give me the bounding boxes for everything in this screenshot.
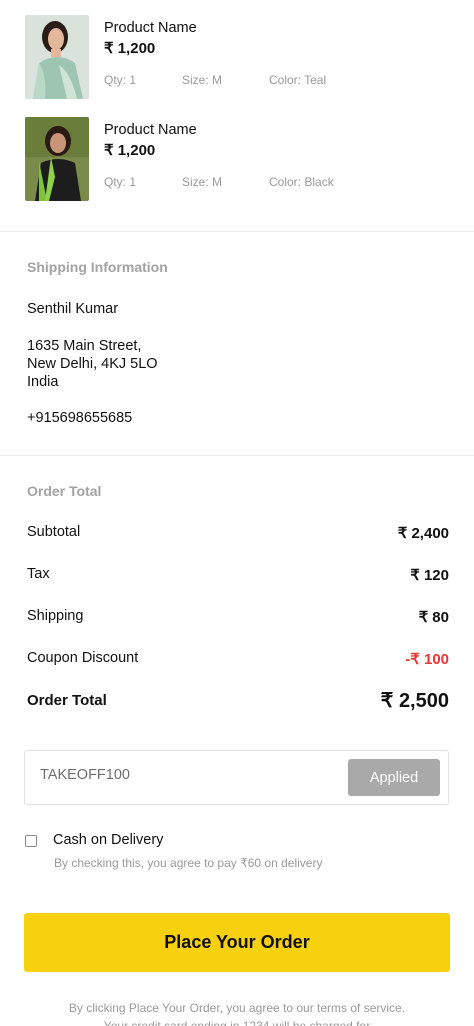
coupon-discount-label: Coupon Discount — [27, 650, 139, 666]
product-image-black-dress-icon — [25, 117, 89, 201]
shipping-section-title: Shipping Information — [27, 259, 168, 275]
coupon-field: Applied — [24, 750, 449, 805]
coupon-discount-value: -₹ 100 — [405, 651, 449, 668]
shipping-address-line3: India — [27, 374, 59, 390]
section-divider — [0, 231, 474, 232]
subtotal-label: Subtotal — [27, 524, 81, 540]
product-name: Product Name — [104, 20, 197, 36]
order-total-value: ₹ 2,500 — [380, 690, 449, 712]
shipping-name: Senthil Kumar — [27, 301, 119, 317]
product-thumbnail[interactable] — [25, 117, 89, 201]
order-total-label: Order Total — [27, 692, 107, 709]
place-order-button[interactable]: Place Your Order — [24, 913, 450, 972]
product-color: Color: Teal — [269, 73, 327, 87]
shipping-cost-label: Shipping — [27, 608, 84, 624]
order-total-section-title: Order Total — [27, 483, 102, 499]
shipping-address-line1: 1635 Main Street, — [27, 338, 142, 354]
coupon-input[interactable] — [40, 767, 300, 783]
product-color: Color: Black — [269, 175, 334, 189]
shipping-phone: +915698655685 — [27, 410, 133, 426]
cart-item[interactable]: Product Name ₹ 1,200 Qty: 1 Size: M Colo… — [25, 117, 449, 201]
terms-notice: By clicking Place Your Order, you agree … — [68, 1001, 406, 1026]
cod-checkbox[interactable] — [25, 835, 37, 847]
section-divider — [0, 455, 474, 456]
product-qty: Qty: 1 — [104, 175, 137, 189]
cod-hint: By checking this, you agree to pay ₹60 o… — [54, 856, 323, 870]
product-qty: Qty: 1 — [104, 73, 137, 87]
cod-label[interactable]: Cash on Delivery — [53, 832, 163, 848]
shipping-cost-value: ₹ 80 — [418, 609, 449, 626]
product-price: ₹ 1,200 — [104, 40, 156, 57]
product-size: Size: M — [182, 175, 223, 189]
tax-label: Tax — [27, 566, 50, 582]
coupon-applied-button[interactable]: Applied — [348, 759, 440, 796]
subtotal-value: ₹ 2,400 — [397, 525, 449, 542]
tax-value: ₹ 120 — [410, 567, 449, 584]
product-name: Product Name — [104, 122, 197, 138]
product-size: Size: M — [182, 73, 223, 87]
product-thumbnail[interactable] — [25, 15, 89, 99]
product-image-teal-dress-icon — [25, 15, 89, 99]
shipping-address-line2: New Delhi, 4KJ 5LO — [27, 356, 158, 372]
cart-item[interactable]: Product Name ₹ 1,200 Qty: 1 Size: M Colo… — [25, 15, 449, 99]
product-price: ₹ 1,200 — [104, 142, 156, 159]
